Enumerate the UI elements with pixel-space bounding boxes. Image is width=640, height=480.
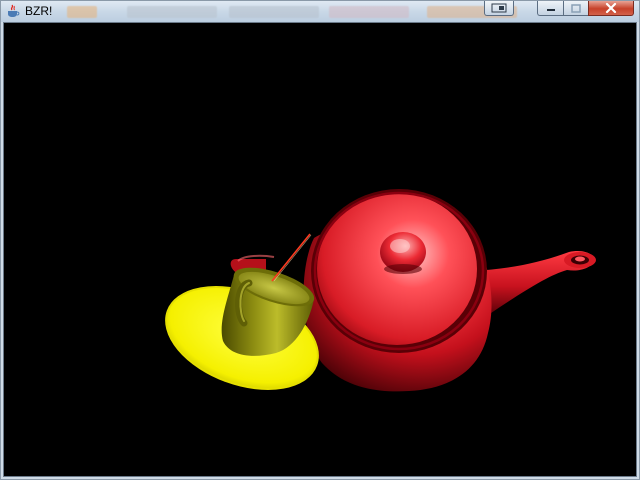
minimize-button[interactable] bbox=[537, 1, 563, 16]
minimize-icon bbox=[546, 9, 555, 11]
opengl-viewport[interactable] bbox=[3, 22, 637, 477]
window-snap-icon bbox=[491, 3, 507, 13]
window-title: BZR! bbox=[25, 4, 53, 18]
close-button[interactable] bbox=[588, 1, 634, 16]
java-coffee-cup-icon bbox=[8, 4, 20, 17]
maximize-icon bbox=[571, 3, 581, 13]
close-x-icon bbox=[605, 3, 617, 13]
app-window: BZR! bbox=[0, 0, 640, 480]
background-taskbar-blur bbox=[61, 3, 517, 20]
3d-scene-canvas bbox=[4, 23, 636, 476]
window-snap-button[interactable] bbox=[484, 1, 514, 16]
maximize-button[interactable] bbox=[563, 1, 588, 16]
title-bar[interactable]: BZR! bbox=[1, 1, 639, 22]
